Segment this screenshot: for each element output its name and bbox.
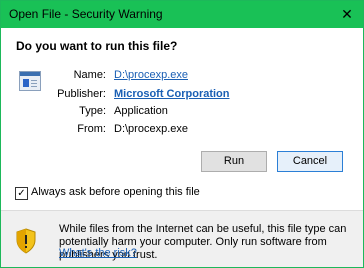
name-label: Name: bbox=[73, 69, 106, 81]
security-warning-dialog: Open File - Security Warning ✕ Do you wa… bbox=[0, 0, 364, 268]
whats-the-risk-link[interactable]: What's the risk? bbox=[59, 247, 137, 259]
from-value: D:\procexp.exe bbox=[114, 123, 188, 135]
security-shield-icon bbox=[16, 228, 36, 254]
publisher-label: Publisher: bbox=[57, 88, 106, 100]
publisher-value-link[interactable]: Microsoft Corporation bbox=[114, 88, 230, 100]
type-label: Type: bbox=[79, 105, 106, 117]
cancel-button[interactable]: Cancel bbox=[277, 151, 343, 172]
window-title: Open File - Security Warning bbox=[9, 7, 163, 21]
prompt-question: Do you want to run this file? bbox=[16, 39, 178, 53]
title-bar: Open File - Security Warning ✕ bbox=[1, 1, 363, 28]
type-value: Application bbox=[114, 105, 168, 117]
always-ask-checkbox[interactable]: ✓ bbox=[15, 187, 28, 200]
run-button[interactable]: Run bbox=[201, 151, 267, 172]
from-label: From: bbox=[77, 123, 106, 135]
name-value-link[interactable]: D:\procexp.exe bbox=[114, 69, 188, 81]
application-file-icon bbox=[19, 71, 41, 91]
close-icon[interactable]: ✕ bbox=[333, 1, 361, 28]
always-ask-label[interactable]: Always ask before opening this file bbox=[31, 186, 200, 198]
